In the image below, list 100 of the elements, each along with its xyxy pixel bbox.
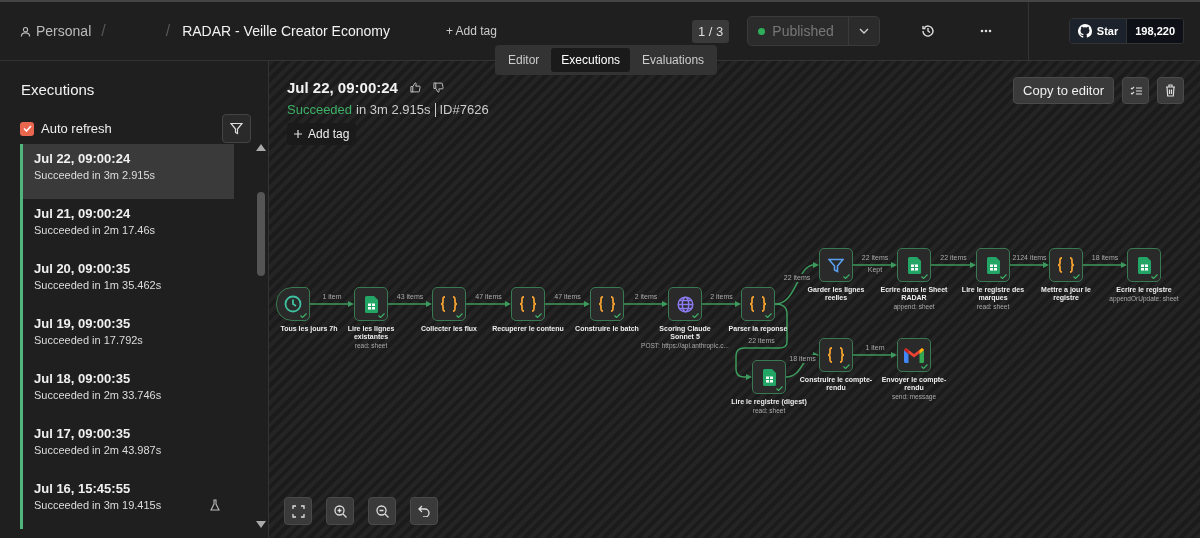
- breadcrumb-separator: /: [101, 22, 106, 40]
- connection-line: [852, 262, 897, 268]
- spreadsheet-icon: [1137, 256, 1151, 274]
- spreadsheet-icon: [907, 256, 921, 274]
- star-count: 198,220: [1126, 19, 1183, 43]
- execution-item[interactable]: Jul 17, 09:00:35 Succeeded in 2m 43.987s: [20, 419, 234, 474]
- history-icon[interactable]: [920, 24, 935, 38]
- workflow-node[interactable]: [897, 248, 931, 282]
- workflow-node[interactable]: [276, 287, 310, 321]
- execution-item[interactable]: Jul 18, 09:00:35 Succeeded in 2m 33.746s: [20, 364, 234, 419]
- star-label: Star: [1096, 25, 1119, 37]
- checklist-button[interactable]: [1122, 77, 1149, 104]
- execution-status: Succeeded in 2m 43.987s: [34, 444, 162, 456]
- workflow-node[interactable]: [976, 248, 1010, 282]
- more-icon[interactable]: [979, 29, 992, 33]
- workflow-node[interactable]: [819, 248, 853, 282]
- connection-line: [1009, 262, 1049, 268]
- trash-icon: [1165, 84, 1176, 97]
- execution-status: Succeeded: [287, 102, 353, 117]
- execution-status: Succeeded in 2m 33.746s: [34, 389, 162, 401]
- copy-to-editor-button[interactable]: Copy to editor: [1013, 77, 1114, 104]
- execution-date: Jul 22, 09:00:24: [34, 151, 132, 166]
- execution-status: Succeeded in 2m 17.46s: [34, 224, 156, 236]
- plus-icon: [294, 130, 302, 138]
- execution-status: Succeeded in 17.792s: [34, 334, 143, 346]
- github-icon: [1077, 24, 1092, 38]
- execution-duration: in 3m 2.915s: [356, 102, 431, 117]
- workflow-node[interactable]: [668, 287, 702, 321]
- add-tag-link[interactable]: + Add tag: [445, 24, 497, 38]
- execution-date: Jul 18, 09:00:35: [34, 371, 132, 386]
- chevron-down-icon: [858, 28, 869, 34]
- spreadsheet-icon: [762, 368, 776, 386]
- connection-line: [309, 301, 354, 307]
- zoom-out-icon: [375, 504, 389, 518]
- checklist-icon: [1129, 85, 1142, 96]
- execution-item[interactable]: Jul 20, 09:00:35 Succeeded in 1m 35.462s: [20, 254, 234, 309]
- execution-item[interactable]: Jul 22, 09:00:24 Succeeded in 3m 2.915s: [20, 144, 234, 199]
- scroll-up-icon[interactable]: [256, 144, 266, 151]
- execution-title: Jul 22, 09:00:24: [287, 79, 398, 96]
- thumbs-up-icon[interactable]: [409, 82, 421, 93]
- view-tab[interactable]: Editor: [498, 48, 550, 72]
- code-braces-icon: [827, 347, 845, 363]
- view-tab[interactable]: Evaluations: [632, 48, 715, 72]
- workflow-node[interactable]: [511, 287, 545, 321]
- zoom-in-button[interactable]: [326, 497, 354, 525]
- connection-line: [387, 301, 432, 307]
- connection-line: [544, 301, 590, 307]
- undo-icon: [418, 505, 430, 517]
- code-braces-icon: [440, 296, 458, 312]
- view-tab[interactable]: Executions: [551, 48, 631, 72]
- filter-button[interactable]: [222, 114, 251, 143]
- workflow-node[interactable]: [1127, 248, 1161, 282]
- globe-icon: [676, 295, 694, 313]
- execution-status: Succeeded in 3m 19.415s: [34, 499, 162, 511]
- user-icon: [20, 25, 31, 37]
- thumbs-down-icon[interactable]: [432, 82, 444, 93]
- workflow-node[interactable]: [354, 287, 388, 321]
- code-braces-icon: [749, 296, 767, 312]
- execution-item[interactable]: Jul 19, 09:00:35 Succeeded in 17.792s: [20, 309, 234, 364]
- connection-line: [623, 301, 668, 307]
- breadcrumb-link[interactable]: Personal: [20, 23, 92, 39]
- scroll-down-icon[interactable]: [256, 521, 266, 528]
- workflow-node[interactable]: [752, 360, 786, 394]
- execution-date: Jul 16, 15:45:55: [34, 481, 132, 496]
- reset-zoom-button[interactable]: [410, 497, 438, 525]
- zoom-in-icon: [333, 504, 347, 518]
- workflow-title[interactable]: RADAR - Veille Creator Economy: [182, 23, 390, 39]
- version-badge: 1 / 3: [692, 19, 730, 43]
- code-braces-icon: [1057, 257, 1075, 273]
- breadcrumb-separator: /: [165, 22, 171, 40]
- fit-view-button[interactable]: [284, 497, 312, 525]
- connection-line: [1082, 262, 1127, 268]
- fit-view-icon: [291, 504, 305, 518]
- auto-refresh-checkbox[interactable]: Auto refresh: [20, 121, 112, 136]
- mail-icon: [904, 347, 924, 363]
- execution-date: Jul 21, 09:00:24: [34, 206, 132, 221]
- execution-item[interactable]: Jul 21, 09:00:24 Succeeded in 2m 17.46s: [20, 199, 234, 254]
- workflow-node[interactable]: [1049, 248, 1083, 282]
- github-star-button[interactable]: Star 198,220: [1068, 18, 1184, 44]
- connection-line: [465, 301, 511, 307]
- add-tag-button[interactable]: Add tag: [287, 123, 357, 145]
- execution-status: Succeeded in 3m 2.915s: [34, 169, 156, 181]
- zoom-out-button[interactable]: [368, 497, 396, 525]
- code-braces-icon: [519, 296, 537, 312]
- execution-id: ID#7626: [439, 102, 489, 117]
- execution-date: Jul 20, 09:00:35: [34, 261, 132, 276]
- code-braces-icon: [598, 296, 616, 312]
- workflow-node[interactable]: [590, 287, 624, 321]
- clock-icon: [284, 295, 302, 313]
- delete-button[interactable]: [1157, 77, 1184, 104]
- workflow-node[interactable]: [432, 287, 466, 321]
- sidebar-title: Executions: [21, 81, 96, 98]
- workflow-node[interactable]: [741, 287, 775, 321]
- filter-icon: [230, 122, 243, 135]
- connection-line: [930, 262, 976, 268]
- execution-date: Jul 17, 09:00:35: [34, 426, 132, 441]
- scrollbar-thumb[interactable]: [257, 192, 265, 276]
- workflow-node[interactable]: [819, 338, 853, 372]
- workflow-node[interactable]: [897, 338, 931, 372]
- execution-item[interactable]: Jul 16, 15:45:55 Succeeded in 3m 19.415s: [20, 474, 234, 529]
